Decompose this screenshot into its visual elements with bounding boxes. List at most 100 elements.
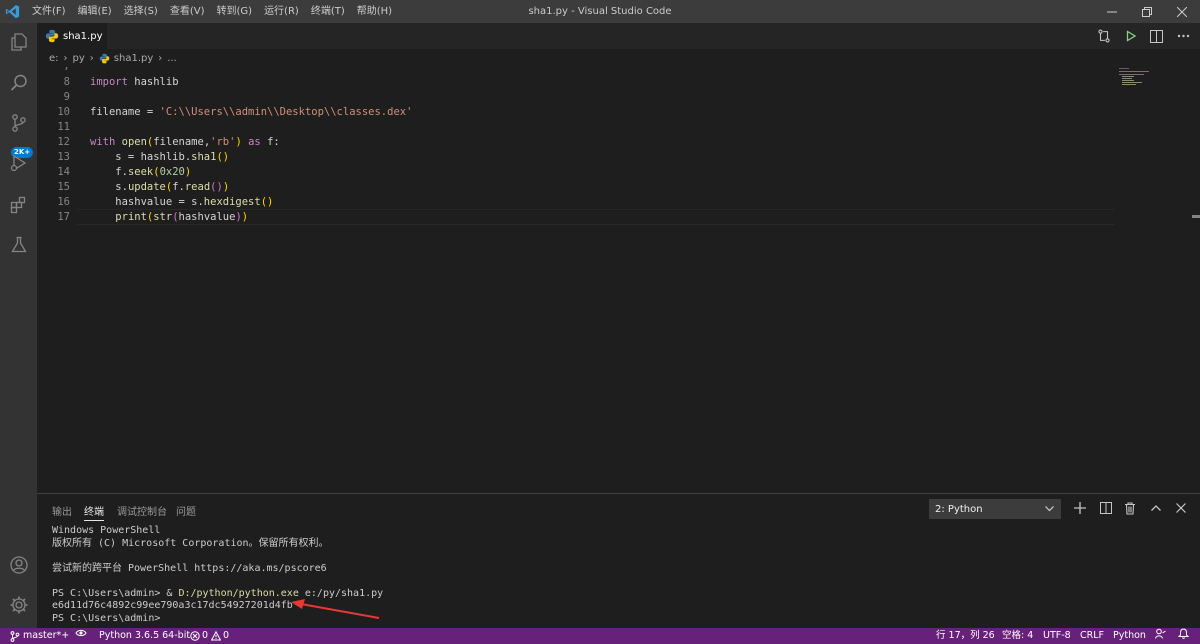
code-token: str [153,211,173,223]
menu-selection[interactable]: 选择(S) [118,0,164,23]
feedback-button[interactable] [1155,628,1166,639]
open-changes-button[interactable] [1095,28,1113,44]
breadcrumb-folder[interactable]: py [73,53,85,64]
accounts-button[interactable] [0,551,37,579]
branch-status[interactable]: master*+ [10,628,69,644]
minimize-button[interactable] [1092,0,1132,23]
kill-terminal-button[interactable] [1121,499,1139,517]
line-code: f.seek(0x20) [90,165,191,180]
chevron-right-icon: › [89,52,94,64]
code-token: filename = [90,106,160,118]
breadcrumb: e: › py › sha1.py › ... [37,49,1200,67]
code-token: s. [90,181,128,193]
menu-run[interactable]: 运行(R) [258,0,305,23]
breadcrumb-file[interactable]: sha1.py [114,53,153,64]
code-token: with [90,136,116,148]
more-actions-button[interactable] [1174,28,1192,44]
files-icon [10,33,27,51]
explorer-button[interactable] [0,28,37,56]
line-code: s = hashlib.sha1() [90,150,229,165]
line-number: 8 [63,76,70,88]
terminal-prompt: PS C:\Users\admin> & [52,587,179,599]
code-token: hashvalue [178,211,236,223]
tab-terminal[interactable]: 终端 [84,503,104,521]
editor-tabs: sha1.py [37,23,1200,49]
line-number: 12 [57,136,70,148]
source-control-icon [11,114,26,132]
notifications-button[interactable] [1178,628,1189,639]
menu-edit[interactable]: 编辑(E) [72,0,118,23]
minimap[interactable] [1119,67,1189,97]
plus-icon [1074,502,1086,514]
live-share-button[interactable] [75,628,87,638]
close-panel-button[interactable] [1172,499,1190,517]
code-token: read [184,181,211,193]
run-file-button[interactable] [1122,28,1140,44]
chevron-right-icon: › [158,52,163,64]
split-terminal-button[interactable] [1097,499,1115,517]
breadcrumb-drive[interactable]: e: [49,53,59,64]
language-mode[interactable]: Python [1113,628,1146,644]
chevron-right-icon: › [63,52,68,64]
warning-count: 0 [223,630,230,641]
compare-changes-icon [1098,29,1110,43]
python-interpreter[interactable]: Python 3.6.5 64-bit [99,628,190,644]
extensions-button[interactable] [0,191,37,219]
manage-button[interactable] [0,591,37,619]
terminal-command-line: PS C:\Users\admin> & D:/python/python.ex… [52,588,1182,601]
menu-terminal[interactable]: 终端(T) [305,0,351,23]
python-file-icon [45,29,59,43]
indentation[interactable]: 空格: 4 [1002,628,1033,644]
testing-button[interactable] [0,231,37,259]
menu-file[interactable]: 文件(F) [26,0,72,23]
split-editor-button[interactable] [1147,28,1165,44]
code-token: hashvalue = s. [90,196,204,208]
search-button[interactable] [0,69,37,97]
maximize-button[interactable] [1127,0,1167,23]
new-terminal-button[interactable] [1071,499,1089,517]
editor-scrollbar[interactable] [1192,67,1200,493]
ellipsis-icon [1177,34,1189,38]
source-control-button[interactable] [0,109,37,137]
cursor-position[interactable]: 行 17，列 26 [936,628,995,644]
problems-status[interactable]: 0 0 [190,628,229,644]
terminal-hash-output: e6d11d76c4892c99ee790a3c17dc54927201d4fb [52,600,293,611]
terminal-command: D:/python/python.exe [178,587,299,599]
menu-go[interactable]: 转到(G) [211,0,259,23]
run-debug-button[interactable] [0,149,37,177]
close-icon [1177,6,1187,17]
code-token: hexdigest [203,196,261,208]
code-token: () [216,151,230,163]
tab-output[interactable]: 输出 [52,503,72,518]
line-number: 15 [57,181,70,193]
menu-help[interactable]: 帮助(H) [351,0,398,23]
line-code: import hashlib [90,75,179,90]
close-window-button[interactable] [1162,0,1200,23]
tab-sha1-py[interactable]: sha1.py [37,23,107,49]
play-icon [1126,30,1137,42]
end-of-line[interactable]: CRLF [1080,628,1104,644]
close-icon [1176,503,1186,513]
code-token: s = hashlib. [90,151,192,163]
line-number: 14 [57,166,70,178]
error-count: 0 [202,630,209,641]
warning-icon [211,631,222,641]
code-editor[interactable]: 7 8 import hashlib 9 10 filename = 'C:\\Users… [37,67,1200,493]
terminal-output[interactable]: Windows PowerShell 版权所有 (C) Microsoft Co… [52,525,1182,625]
menu-view[interactable]: 查看(V) [164,0,211,23]
tab-problems[interactable]: 问题 [176,503,196,518]
line-number: 11 [57,121,70,133]
encoding[interactable]: UTF-8 [1043,628,1071,644]
terminal-selector[interactable]: 2: Python [929,499,1061,519]
breadcrumb-symbol[interactable]: ... [167,53,177,64]
maximize-panel-button[interactable] [1147,499,1165,517]
tab-debug-console[interactable]: 调试控制台 [117,503,167,518]
git-branch-icon [10,630,20,642]
line-number: 16 [57,196,70,208]
line-number: 9 [63,91,70,103]
menu-bar: 文件(F) 编辑(E) 选择(S) 查看(V) 转到(G) 运行(R) 终端(T… [26,0,398,23]
status-bar: master*+ Python 3.6.5 64-bit 0 0 行 17，列 … [0,628,1200,644]
line-number: 7 [63,67,70,73]
split-terminal-icon [1100,502,1112,514]
